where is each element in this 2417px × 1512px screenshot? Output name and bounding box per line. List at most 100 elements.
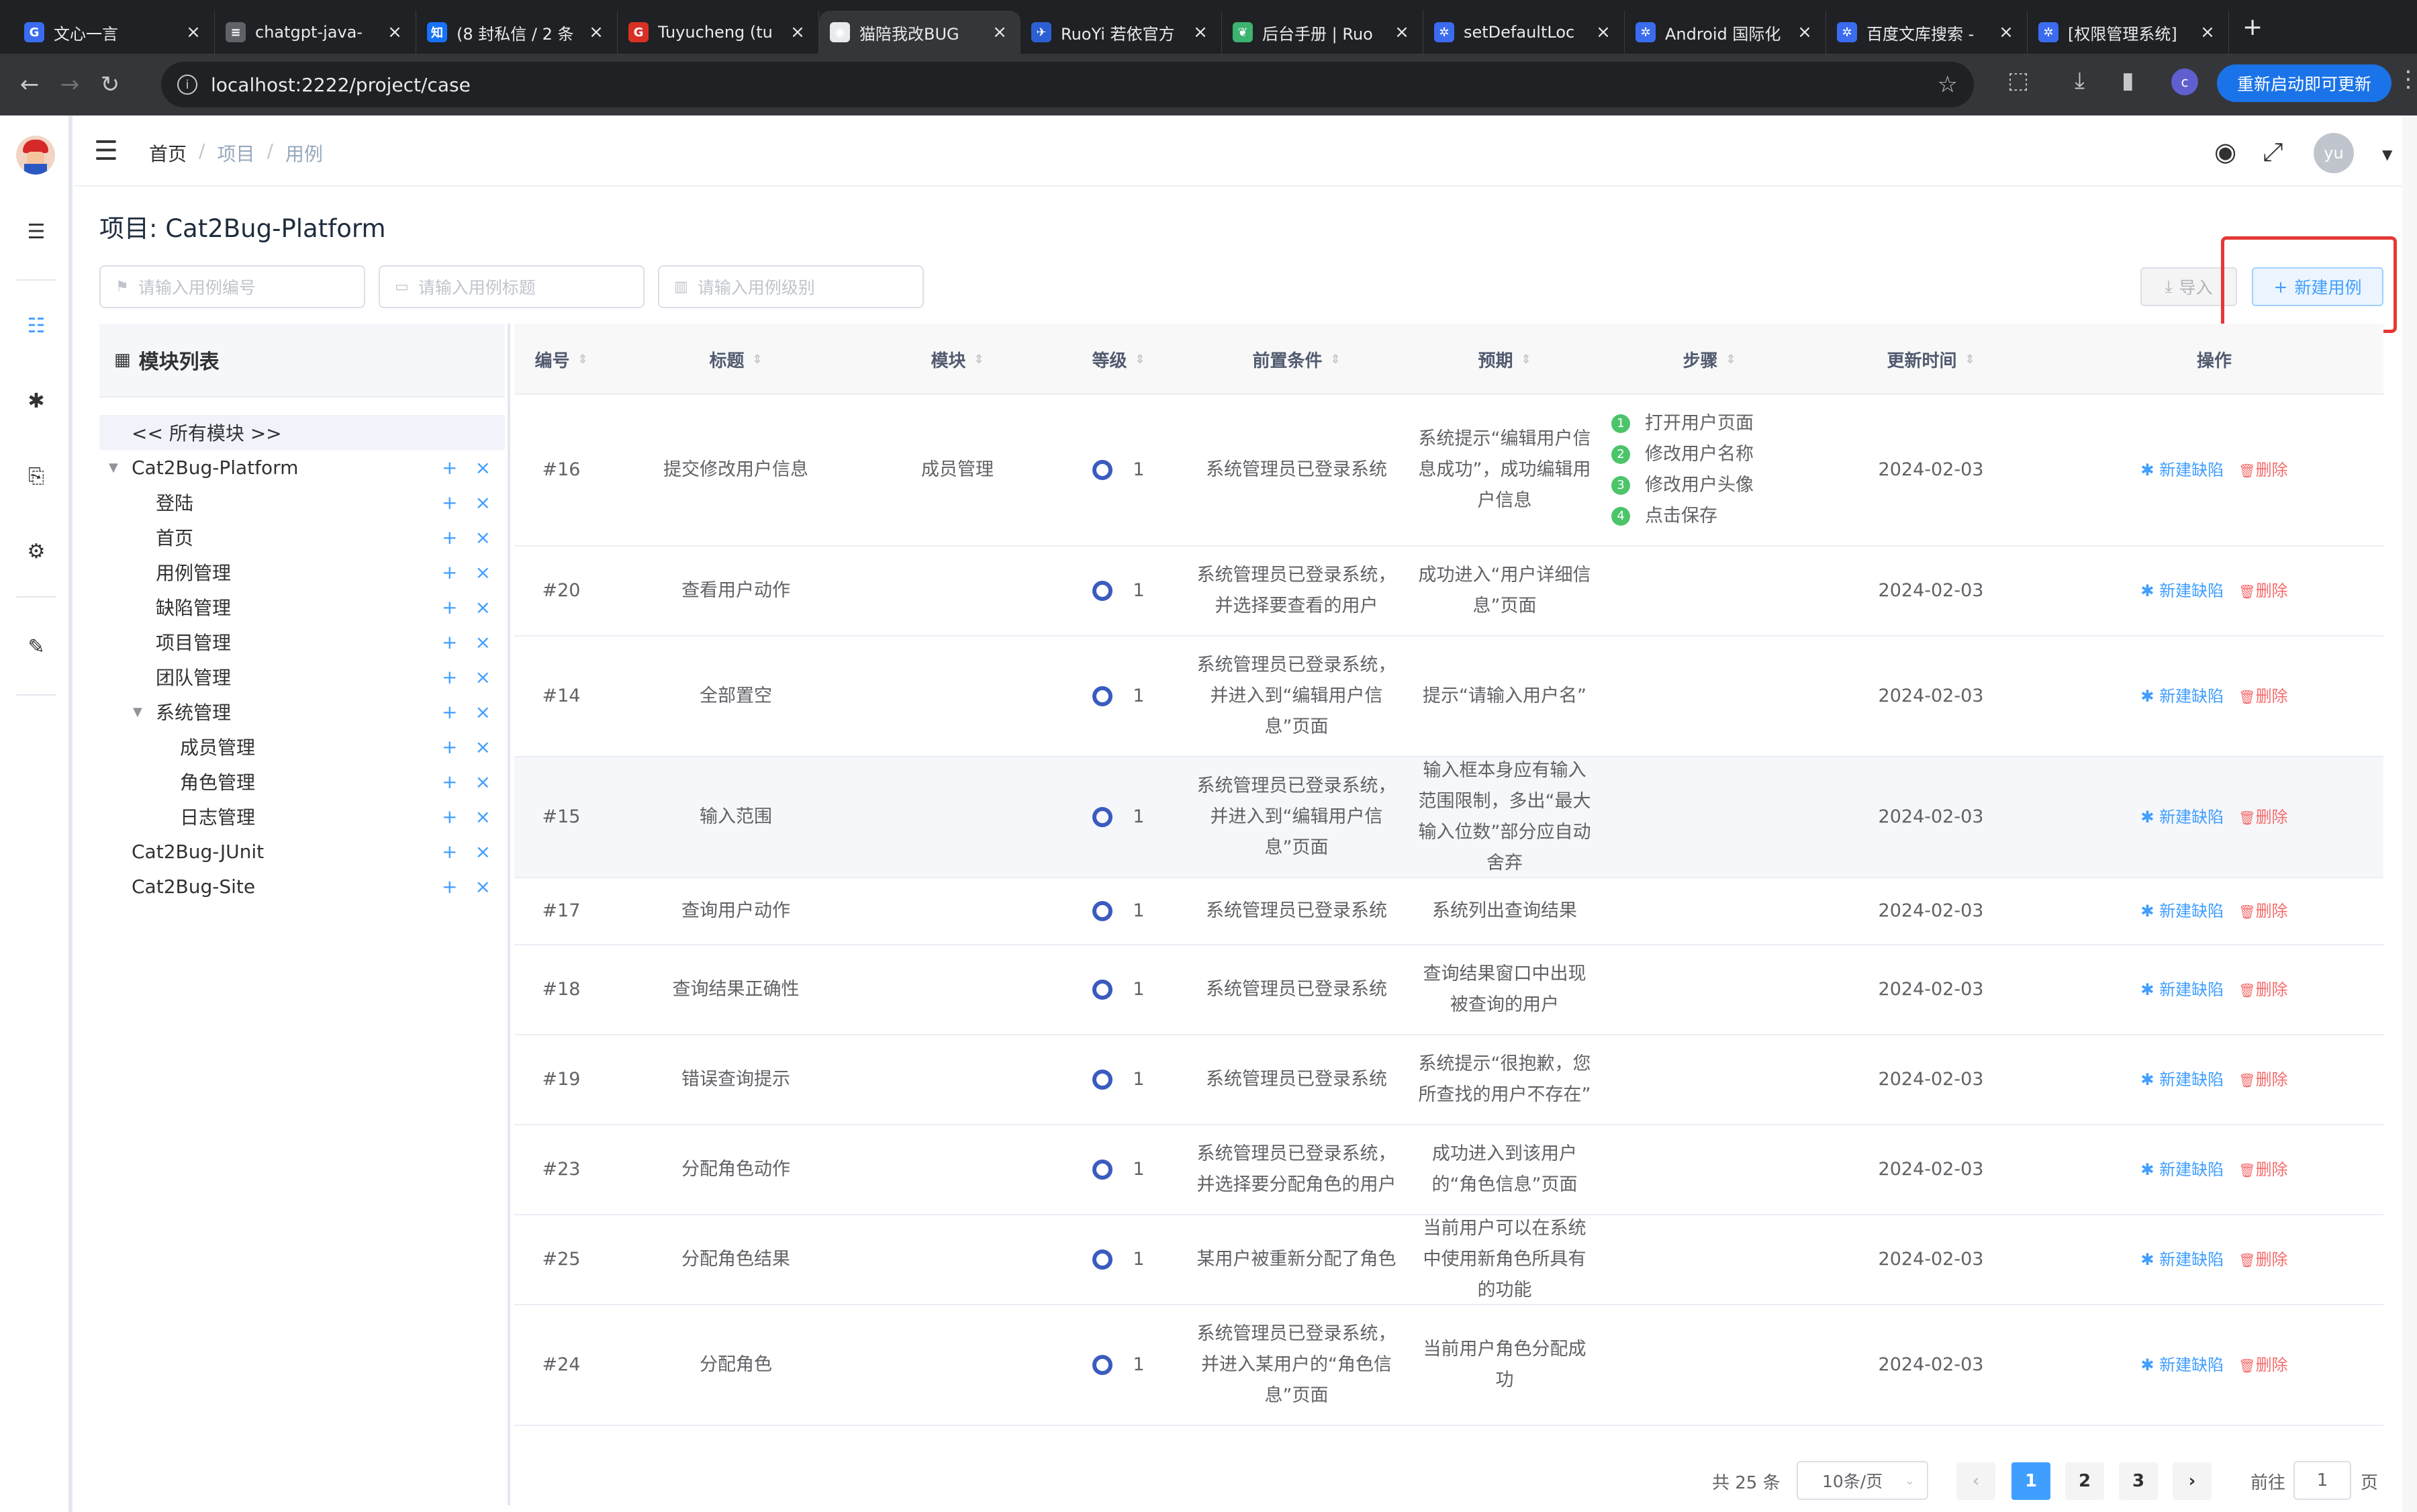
add-module-icon[interactable]: +	[442, 736, 457, 758]
browser-menu-icon[interactable]: ⋮	[2397, 66, 2417, 93]
case-level-filter[interactable]: ▥ 请输入用例级别	[658, 265, 924, 308]
remove-module-icon[interactable]: ×	[475, 841, 490, 863]
add-module-icon[interactable]: +	[442, 526, 457, 549]
remove-module-icon[interactable]: ×	[475, 457, 490, 479]
column-header[interactable]: 模块 ⇕	[863, 324, 1051, 395]
close-tab-icon[interactable]: ×	[183, 22, 203, 42]
delete-link[interactable]: 🗑删除	[2238, 896, 2287, 927]
remove-module-icon[interactable]: ×	[475, 876, 490, 898]
tree-node[interactable]: 用例管理 + ×	[99, 555, 505, 589]
close-tab-icon[interactable]: ×	[990, 22, 1010, 42]
tree-node[interactable]: ▼ Cat2Bug-Platform + ×	[99, 450, 505, 485]
page-scrollbar[interactable]	[2402, 115, 2417, 1512]
reload-icon[interactable]: ↻	[90, 71, 130, 98]
table-row[interactable]: #25 分配角色结果 1 某用户被重新分配了角色 当前用户可以在系统中使用新角色所具有的…	[514, 1215, 2383, 1305]
new-defect-link[interactable]: ✱ 新建缺陷	[2140, 681, 2224, 712]
column-header[interactable]: 更新时间 ⇕	[1817, 324, 2045, 395]
expand-arrow-icon[interactable]: ▼	[133, 705, 142, 719]
chevron-down-icon[interactable]: ▼	[2382, 146, 2392, 162]
add-module-icon[interactable]: +	[442, 596, 457, 618]
breadcrumb-project[interactable]: 项目	[217, 140, 254, 167]
bug-menu-icon[interactable]: ✱	[24, 389, 48, 414]
list-menu-icon[interactable]: ☰	[24, 220, 48, 244]
page-number-button[interactable]: 2	[2065, 1462, 2104, 1500]
column-header[interactable]: 标题 ⇕	[608, 324, 863, 395]
extensions-icon[interactable]: ⬚	[2007, 67, 2029, 94]
docs-menu-icon[interactable]: ✎	[24, 635, 48, 659]
tree-node[interactable]: 缺陷管理 + ×	[99, 589, 505, 624]
tree-node[interactable]: Cat2Bug-JUnit + ×	[99, 834, 505, 869]
close-tab-icon[interactable]: ×	[1593, 22, 1613, 42]
sort-icon[interactable]: ⇕	[1964, 352, 1975, 367]
add-module-icon[interactable]: +	[442, 701, 457, 723]
remove-module-icon[interactable]: ×	[475, 701, 490, 723]
delete-link[interactable]: 🗑删除	[2238, 1350, 2287, 1381]
delete-link[interactable]: 🗑删除	[2238, 1064, 2287, 1096]
sort-icon[interactable]: ⇕	[1725, 352, 1736, 367]
breadcrumb-home[interactable]: 首页	[149, 140, 187, 167]
browser-tab[interactable]: 知 (8 封私信 / 2 条 ×	[416, 11, 618, 54]
add-module-icon[interactable]: +	[442, 771, 457, 793]
delete-link[interactable]: 🗑删除	[2238, 681, 2287, 712]
new-defect-link[interactable]: ✱ 新建缺陷	[2140, 1064, 2224, 1095]
close-tab-icon[interactable]: ×	[788, 22, 808, 42]
tree-node[interactable]: Cat2Bug-Site + ×	[99, 869, 505, 904]
profile-avatar[interactable]: c	[2171, 68, 2198, 95]
delete-link[interactable]: 🗑删除	[2238, 802, 2287, 833]
browser-tab[interactable]: ✲ Android 国际化 ×	[1625, 11, 1826, 54]
table-row[interactable]: #16 提交修改用户信息 成员管理 1 系统管理员已登录系统 系统提示“编辑用户信息成功”…	[514, 395, 2383, 547]
site-info-icon[interactable]: i	[177, 75, 197, 95]
address-bar[interactable]: i localhost:2222/project/case ☆	[161, 62, 1974, 107]
new-defect-link[interactable]: ✱ 新建缺陷	[2140, 1154, 2224, 1185]
remove-module-icon[interactable]: ×	[475, 561, 490, 583]
delete-link[interactable]: 🗑删除	[2238, 455, 2287, 486]
browser-tab[interactable]: ≡ chatgpt-java- ×	[215, 11, 416, 54]
panel-divider[interactable]	[508, 324, 510, 1505]
report-menu-icon[interactable]: ⎘	[24, 465, 48, 489]
page-number-button[interactable]: 1	[2011, 1462, 2050, 1500]
browser-tab[interactable]: ✲ setDefaultLoc ×	[1423, 11, 1625, 54]
sort-icon[interactable]: ⇕	[1521, 352, 1531, 367]
remove-module-icon[interactable]: ×	[475, 666, 490, 688]
tree-node[interactable]: ▼ 系统管理 + ×	[99, 694, 505, 729]
new-defect-link[interactable]: ✱ 新建缺陷	[2140, 974, 2224, 1005]
column-header[interactable]: 前置条件 ⇕	[1186, 324, 1407, 395]
remove-module-icon[interactable]: ×	[475, 526, 490, 549]
add-module-icon[interactable]: +	[442, 806, 457, 828]
remove-module-icon[interactable]: ×	[475, 771, 490, 793]
fullscreen-icon[interactable]: ⤢	[2263, 137, 2283, 167]
close-tab-icon[interactable]: ×	[1795, 22, 1815, 42]
column-header[interactable]: 等级 ⇕	[1051, 324, 1186, 395]
close-tab-icon[interactable]: ×	[1190, 22, 1211, 42]
close-tab-icon[interactable]: ×	[2197, 22, 2218, 42]
tree-node-all-modules[interactable]: << 所有模块 >>	[99, 415, 505, 450]
close-tab-icon[interactable]: ×	[1996, 22, 2016, 42]
remove-module-icon[interactable]: ×	[475, 736, 490, 758]
download-icon[interactable]: ⤓	[2075, 67, 2085, 94]
expand-arrow-icon[interactable]: ▼	[109, 461, 118, 475]
page-size-select[interactable]: 10条/页 ⌄	[1797, 1461, 1928, 1500]
new-tab-icon[interactable]: +	[2242, 13, 2263, 41]
goto-page-input[interactable]: 1	[2293, 1461, 2351, 1500]
tree-node[interactable]: 角色管理 + ×	[99, 764, 505, 799]
tree-node[interactable]: 首页 + ×	[99, 520, 505, 555]
sort-icon[interactable]: ⇕	[577, 352, 587, 367]
table-row[interactable]: #23 分配角色动作 1 系统管理员已登录系统，并选择要分配角色的用户 成功进入到该用户…	[514, 1125, 2383, 1215]
table-row[interactable]: #19 错误查询提示 1 系统管理员已登录系统 系统提示“很抱歉，您所查找的用户不存在”…	[514, 1035, 2383, 1125]
sort-icon[interactable]: ⇕	[1330, 352, 1340, 367]
tree-node[interactable]: 成员管理 + ×	[99, 729, 505, 764]
next-page-button[interactable]: ›	[2173, 1462, 2212, 1500]
add-module-icon[interactable]: +	[442, 876, 457, 898]
collapse-sidebar-icon[interactable]: ☰	[94, 136, 118, 167]
close-tab-icon[interactable]: ×	[1392, 22, 1412, 42]
sort-icon[interactable]: ⇕	[974, 352, 984, 367]
browser-tab[interactable]: ✈ RuoYi 若依官方 ×	[1021, 11, 1222, 54]
tree-node[interactable]: 登陆 + ×	[99, 485, 505, 520]
browser-tab[interactable]: ❦ 后台手册 | Ruo ×	[1222, 11, 1423, 54]
new-defect-link[interactable]: ✱ 新建缺陷	[2140, 575, 2224, 606]
browser-tab[interactable]: ✲ [权限管理系统] ×	[2028, 11, 2229, 54]
delete-link[interactable]: 🗑删除	[2238, 974, 2287, 1006]
new-defect-link[interactable]: ✱ 新建缺陷	[2140, 1350, 2224, 1380]
browser-tab[interactable]: G 文心一言 ×	[13, 11, 215, 54]
tree-node[interactable]: 日志管理 + ×	[99, 799, 505, 834]
